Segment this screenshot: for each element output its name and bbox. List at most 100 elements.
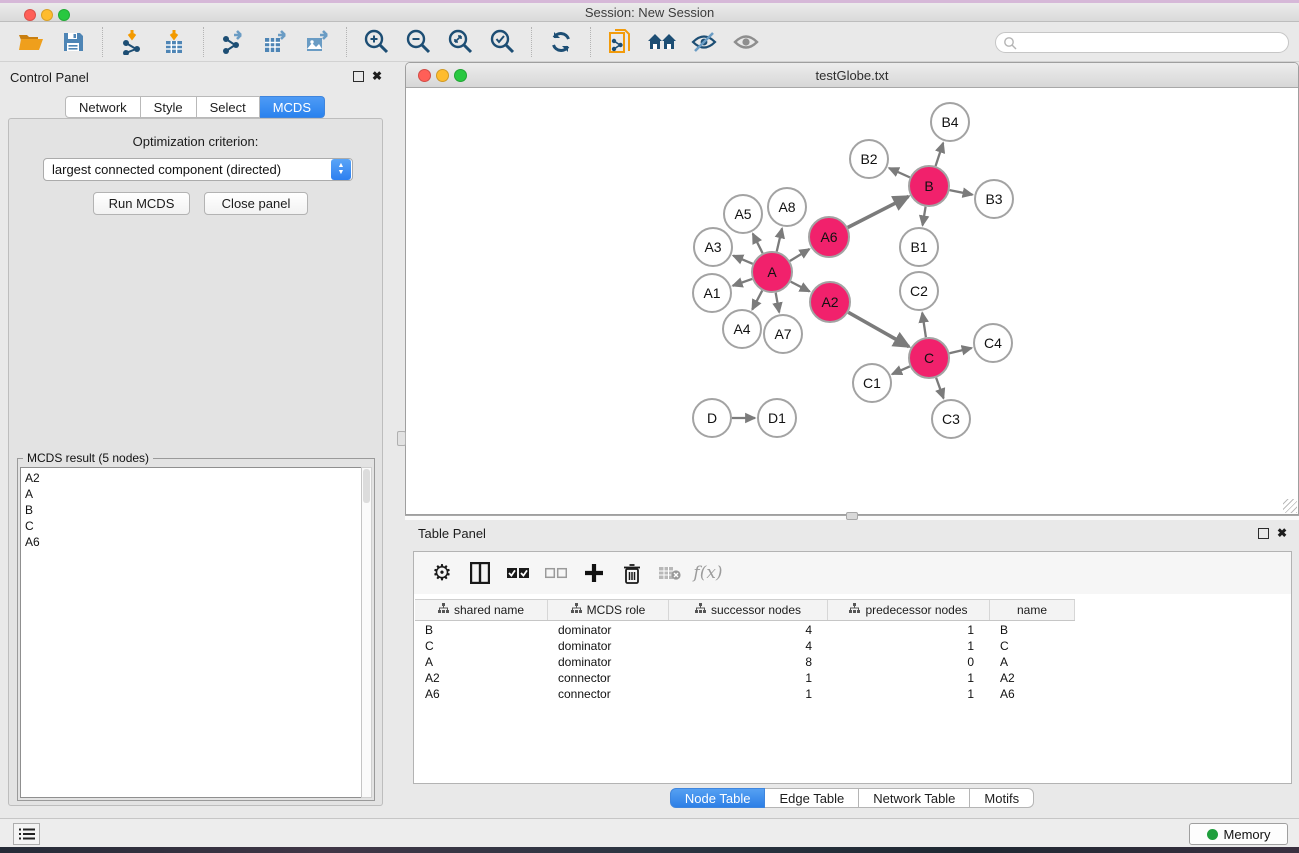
edge-B-B4[interactable] [936,143,944,166]
result-list-item[interactable]: C [25,518,362,534]
zoom-selected-icon[interactable] [487,27,517,57]
edge-A-A2[interactable] [791,282,810,292]
result-list-item[interactable]: B [25,502,362,518]
edge-C-C3[interactable] [936,378,943,399]
cell-name[interactable]: A6 [990,686,1075,702]
node-A1[interactable]: A1 [693,274,731,312]
column-header-name[interactable]: name [990,600,1075,620]
network-canvas[interactable]: AA5A8A3A1A4A7A6A2BB2B4B3B1CC2C4C1C3DD1 [407,89,1297,514]
cell-MCDS-role[interactable]: dominator [548,654,669,670]
edge-C-C2[interactable] [922,313,926,337]
cell-predecessor-nodes[interactable]: 1 [828,622,990,638]
cell-name[interactable]: B [990,622,1075,638]
cell-successor-nodes[interactable]: 8 [669,654,828,670]
node-B4[interactable]: B4 [931,103,969,141]
node-A8[interactable]: A8 [768,188,806,226]
zoom-in-icon[interactable] [361,27,391,57]
node-A3[interactable]: A3 [694,228,732,266]
cell-successor-nodes[interactable]: 4 [669,622,828,638]
cell-predecessor-nodes[interactable]: 1 [828,686,990,702]
cell-successor-nodes[interactable]: 1 [669,686,828,702]
table-row[interactable]: A6connector11A6 [415,686,1075,702]
node-C1[interactable]: C1 [853,364,891,402]
node-C[interactable]: C [909,338,949,378]
gear-icon[interactable]: ⚙ [428,559,456,587]
edge-B-B1[interactable] [923,207,926,226]
table-row[interactable]: Adominator80A [415,654,1075,670]
edge-A2-C[interactable] [848,312,909,346]
node-A5[interactable]: A5 [724,195,762,233]
task-history-button[interactable] [13,823,40,845]
edge-C-C1[interactable] [892,366,910,374]
cell-MCDS-role[interactable]: dominator [548,638,669,654]
cell-name[interactable]: A2 [990,670,1075,686]
close-panel-button[interactable]: Close panel [204,192,308,215]
import-table-icon[interactable] [159,27,189,57]
horizontal-split-handle[interactable] [846,512,858,520]
cell-successor-nodes[interactable]: 1 [669,670,828,686]
edge-A-A6[interactable] [790,249,810,261]
refresh-icon[interactable] [546,27,576,57]
zoom-out-icon[interactable] [403,27,433,57]
close-table-panel-icon[interactable]: ✖ [1277,528,1287,539]
node-A2[interactable]: A2 [810,282,850,322]
select-all-icon[interactable] [504,559,532,587]
cell-shared-name[interactable]: B [415,622,548,638]
memory-button[interactable]: Memory [1189,823,1288,845]
delete-icon[interactable] [618,559,646,587]
tab-style[interactable]: Style [141,96,197,118]
result-list-item[interactable]: A [25,486,362,502]
node-A6[interactable]: A6 [809,217,849,257]
run-mcds-button[interactable]: Run MCDS [93,192,190,215]
close-panel-icon[interactable]: ✖ [372,71,382,82]
node-B3[interactable]: B3 [975,180,1013,218]
tab-node-table[interactable]: Node Table [670,788,766,808]
add-icon[interactable] [580,559,608,587]
node-D[interactable]: D [693,399,731,437]
export-image-icon[interactable] [302,27,332,57]
column-header-MCDS-role[interactable]: MCDS role [548,600,669,620]
tab-motifs[interactable]: Motifs [970,788,1034,808]
cell-successor-nodes[interactable]: 4 [669,638,828,654]
network-window-titlebar[interactable]: testGlobe.txt [406,63,1298,88]
table-row[interactable]: Bdominator41B [415,622,1075,638]
search-input[interactable] [995,32,1289,53]
node-D1[interactable]: D1 [758,399,796,437]
tab-select[interactable]: Select [197,96,260,118]
open-folder-icon[interactable] [16,27,46,57]
cell-MCDS-role[interactable]: connector [548,686,669,702]
node-C4[interactable]: C4 [974,324,1012,362]
table-row[interactable]: Cdominator41C [415,638,1075,654]
save-icon[interactable] [58,27,88,57]
result-list-item[interactable]: A6 [25,534,362,550]
float-panel-icon[interactable] [353,71,364,82]
export-network-icon[interactable] [218,27,248,57]
hide-selected-eye-icon[interactable] [689,27,719,57]
cell-predecessor-nodes[interactable]: 1 [828,638,990,654]
table-row[interactable]: A2connector11A2 [415,670,1075,686]
column-header-predecessor-nodes[interactable]: predecessor nodes [828,600,990,620]
edge-B-B2[interactable] [889,168,910,177]
deselect-all-icon[interactable] [542,559,570,587]
tab-edge-table[interactable]: Edge Table [765,788,859,808]
column-header-shared-name[interactable]: shared name [415,600,548,620]
result-list-item[interactable]: A2 [25,470,362,486]
cell-predecessor-nodes[interactable]: 0 [828,654,990,670]
new-network-from-file-icon[interactable] [605,27,635,57]
edge-C-C4[interactable] [949,348,971,353]
cell-shared-name[interactable]: A [415,654,548,670]
edge-A-A3[interactable] [733,256,752,264]
node-B2[interactable]: B2 [850,140,888,178]
edge-A-A1[interactable] [733,279,752,286]
tab-network[interactable]: Network [65,96,141,118]
node-A4[interactable]: A4 [723,310,761,348]
edge-A-A4[interactable] [752,291,762,310]
export-table-icon[interactable] [260,27,290,57]
cell-predecessor-nodes[interactable]: 1 [828,670,990,686]
node-B[interactable]: B [909,166,949,206]
home-layout-icon[interactable] [647,27,677,57]
vertical-split-handle[interactable] [397,431,406,446]
cell-MCDS-role[interactable]: dominator [548,622,669,638]
edge-A-A5[interactable] [753,234,763,254]
column-icon[interactable] [466,559,494,587]
